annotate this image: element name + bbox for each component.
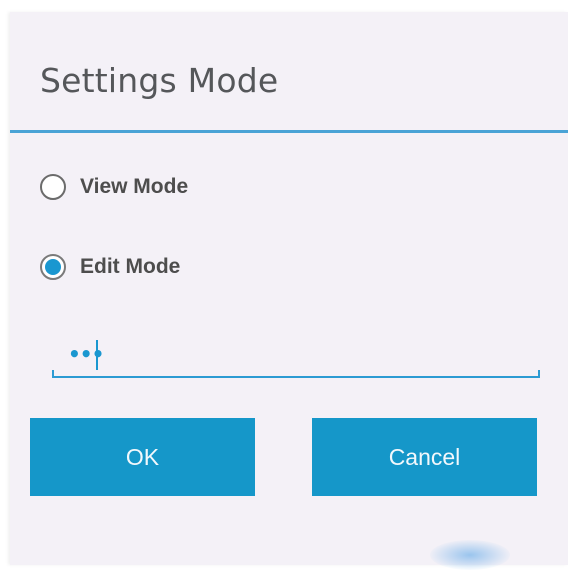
settings-mode-dialog: Settings Mode View Mode Edit Mode ••• OK…	[10, 12, 568, 570]
edit-mode-label: Edit Mode	[80, 255, 181, 278]
text-cursor	[96, 340, 98, 370]
edit-mode-option[interactable]: Edit Mode	[40, 247, 180, 287]
view-mode-radio[interactable]	[40, 174, 66, 200]
cancel-button[interactable]: Cancel	[312, 418, 537, 496]
title-divider	[10, 130, 568, 133]
view-mode-label: View Mode	[80, 175, 189, 198]
ok-button[interactable]: OK	[30, 418, 255, 496]
field-underline	[52, 376, 540, 378]
touch-ripple	[430, 540, 510, 570]
field-underline-right-tick	[538, 370, 540, 378]
password-value: •••	[68, 342, 104, 366]
edit-mode-radio[interactable]	[40, 254, 66, 280]
password-field[interactable]: •••	[52, 334, 540, 378]
dialog-title: Settings Mode	[40, 61, 279, 100]
view-mode-option[interactable]: View Mode	[40, 167, 188, 207]
